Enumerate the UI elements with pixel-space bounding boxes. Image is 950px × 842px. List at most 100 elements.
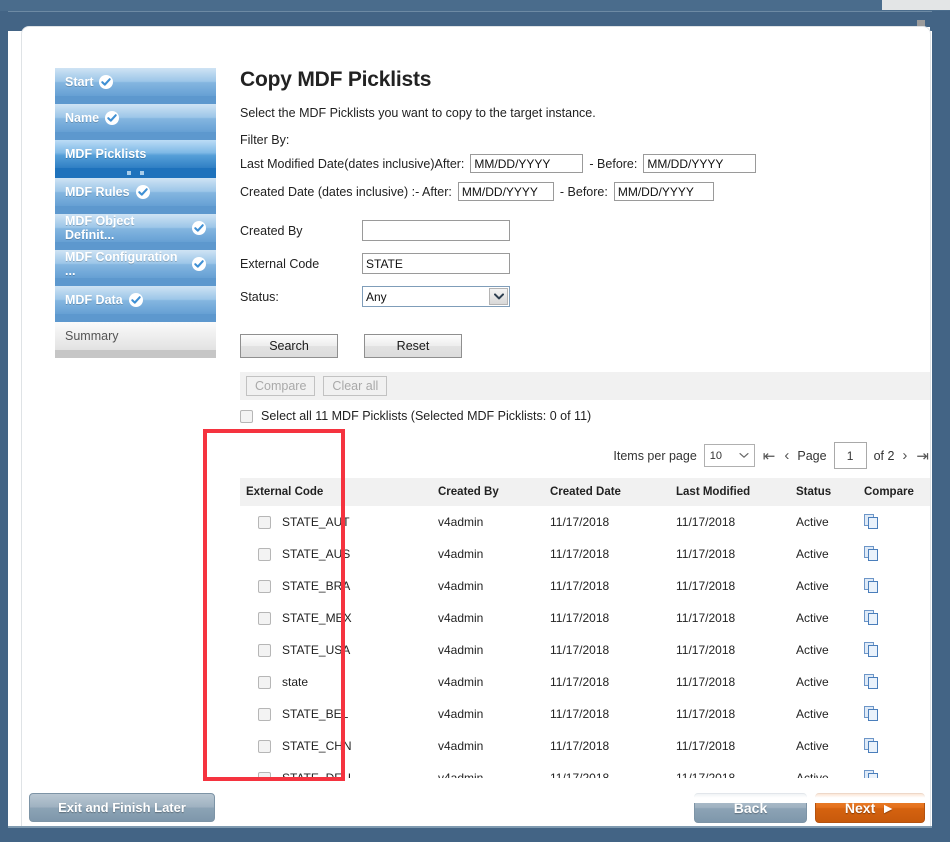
sidebar-item-mdf-object-definitions[interactable]: MDF Object Definit... (55, 214, 216, 242)
last-modified-filter-row: Last Modified Date(dates inclusive)After… (240, 154, 930, 173)
sidebar-item-label: Name (65, 111, 100, 125)
select-all-label: Select all 11 MDF Picklists (Selected MD… (261, 409, 592, 423)
exit-and-finish-later-button[interactable]: Exit and Finish Later (29, 793, 215, 822)
cell-compare (862, 538, 930, 570)
cell-compare (862, 506, 930, 538)
row-checkbox[interactable] (258, 611, 271, 625)
items-per-page-label: Items per page (613, 448, 697, 463)
sidebar-divider (55, 206, 216, 214)
created-date-after-input[interactable] (457, 182, 554, 201)
cell-compare (862, 602, 930, 634)
table-row[interactable]: STATE_BEL v4admin 11/17/2018 11/17/2018 Acti… (240, 698, 930, 730)
column-header-last-modified[interactable]: Last Modified (674, 478, 794, 506)
cell-status: Active (794, 730, 862, 762)
copy-icon[interactable] (864, 577, 880, 593)
sidebar-item-summary[interactable]: Summary (55, 322, 216, 350)
created-date-before-input[interactable] (613, 182, 714, 201)
external-code-text: STATE_BRA (282, 579, 351, 593)
pagination-controls: Items per page 10 ⇤ ‹ Page 1 of 2 › ⇥ (240, 442, 930, 469)
copy-icon[interactable] (864, 641, 880, 657)
cell-compare (862, 570, 930, 602)
cell-external-code: STATE_AUS (240, 538, 436, 570)
column-header-status[interactable]: Status (794, 478, 862, 506)
row-checkbox[interactable] (258, 675, 271, 689)
cell-last-modified: 11/17/2018 (674, 602, 794, 634)
search-button[interactable]: Search (240, 334, 338, 358)
sidebar-divider (55, 314, 216, 322)
first-page-icon[interactable]: ⇤ (762, 447, 777, 465)
table-row[interactable]: STATE_AUT v4admin 11/17/2018 11/17/2018 Acti… (240, 506, 930, 538)
table-row[interactable]: STATE_MEX v4admin 11/17/2018 11/17/2018 Acti… (240, 602, 930, 634)
sidebar-item-mdf-rules[interactable]: MDF Rules (55, 178, 216, 206)
copy-icon[interactable] (864, 705, 880, 721)
external-code-label: External Code (240, 256, 320, 271)
page-number-value: 1 (846, 448, 854, 463)
column-header-external-code[interactable]: External Code (240, 478, 436, 506)
cell-created-by: v4admin (436, 634, 548, 666)
copy-icon[interactable] (864, 513, 880, 529)
status-select-value: Any (366, 289, 387, 304)
sidebar-item-mdf-data[interactable]: MDF Data (55, 286, 216, 314)
last-page-icon[interactable]: ⇥ (915, 447, 930, 465)
cell-created-date: 11/17/2018 (548, 570, 674, 602)
cell-last-modified: 11/17/2018 (674, 666, 794, 698)
row-checkbox[interactable] (258, 515, 271, 529)
sidebar-item-label: MDF Object Definit... (65, 214, 135, 242)
external-code-input[interactable] (362, 253, 510, 274)
row-checkbox[interactable] (258, 739, 271, 753)
cell-external-code: STATE_BRA (240, 570, 436, 602)
sidebar-item-mdf-picklists[interactable]: MDF Picklists (55, 140, 216, 168)
cell-created-by: v4admin (436, 730, 548, 762)
sidebar-item-label: MDF Configuration ... (65, 250, 178, 278)
row-checkbox[interactable] (258, 547, 271, 561)
select-all-checkbox[interactable] (240, 409, 253, 423)
table-row[interactable]: STATE_BRA v4admin 11/17/2018 11/17/2018 Acti… (240, 570, 930, 602)
sidebar-divider (55, 278, 216, 286)
items-per-page-select[interactable]: 10 (703, 444, 755, 467)
created-by-input[interactable] (362, 220, 510, 241)
table-row[interactable]: STATE_AUS v4admin 11/17/2018 11/17/2018 Acti… (240, 538, 930, 570)
next-page-icon[interactable]: › (901, 447, 908, 464)
column-header-created-by[interactable]: Created By (436, 478, 548, 506)
cell-created-date: 11/17/2018 (548, 730, 674, 762)
column-header-created-date[interactable]: Created Date (548, 478, 674, 506)
reset-button[interactable]: Reset (364, 334, 462, 358)
cell-status: Active (794, 602, 862, 634)
last-modified-label: Last Modified Date(dates inclusive)After… (240, 156, 465, 171)
row-checkbox[interactable] (258, 579, 271, 593)
cell-external-code: STATE_USA (240, 634, 436, 666)
cell-created-date: 11/17/2018 (548, 698, 674, 730)
copy-icon[interactable] (864, 545, 880, 561)
chevron-down-icon[interactable] (489, 288, 508, 305)
sidebar-divider (55, 350, 216, 358)
copy-icon[interactable] (864, 673, 880, 689)
sidebar-item-mdf-configuration[interactable]: MDF Configuration ... (55, 250, 216, 278)
clear-all-button[interactable]: Clear all (323, 376, 388, 396)
table-row[interactable]: STATE_CHN v4admin 11/17/2018 11/17/2018 Acti… (240, 730, 930, 762)
column-header-compare[interactable]: Compare (862, 478, 930, 506)
row-checkbox[interactable] (258, 707, 271, 721)
status-label: Status: (240, 289, 279, 304)
chevron-down-icon (739, 450, 749, 462)
sidebar-item-label: MDF Data (65, 293, 123, 307)
row-checkbox[interactable] (258, 643, 271, 657)
external-code-text: STATE_AUT (282, 515, 350, 529)
sidebar-item-name[interactable]: Name (55, 104, 216, 132)
prev-page-icon[interactable]: ‹ (783, 447, 790, 464)
page-number-input[interactable]: 1 (833, 442, 867, 469)
sidebar-item-label: Summary (65, 329, 119, 343)
compare-button[interactable]: Compare (246, 376, 316, 396)
status-select[interactable]: Any (362, 286, 510, 307)
cell-status: Active (794, 538, 862, 570)
last-modified-before-input[interactable] (643, 154, 757, 173)
status-filter-row: Status: Any (240, 286, 930, 307)
sidebar-item-start[interactable]: Start (55, 68, 216, 96)
copy-icon[interactable] (864, 737, 880, 753)
copy-icon[interactable] (864, 609, 880, 625)
cell-created-by: v4admin (436, 538, 548, 570)
table-row[interactable]: state v4admin 11/17/2018 11/17/2018 Active (240, 666, 930, 698)
cell-last-modified: 11/17/2018 (674, 730, 794, 762)
last-modified-after-input[interactable] (470, 154, 584, 173)
table-row[interactable]: STATE_USA v4admin 11/17/2018 11/17/2018 Acti… (240, 634, 930, 666)
created-date-filter-row: Created Date (dates inclusive) :- After:… (240, 182, 930, 201)
